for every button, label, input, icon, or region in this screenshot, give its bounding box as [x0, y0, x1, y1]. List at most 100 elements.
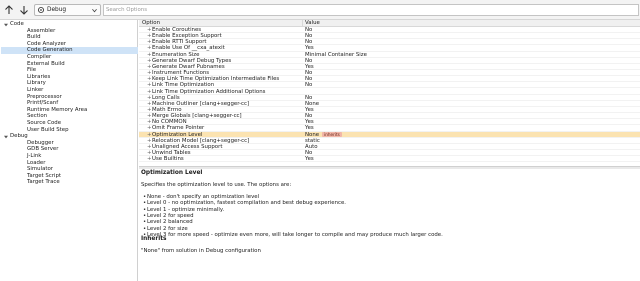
tree-item-label: User Build Step	[27, 126, 69, 133]
search-input[interactable]	[103, 4, 639, 16]
option-value-text: No	[305, 27, 313, 33]
tree-group[interactable]: Debug	[1, 133, 138, 140]
collapse-arrow-icon[interactable]	[4, 23, 8, 27]
tree-item[interactable]: GDB Server	[1, 146, 138, 153]
option-value-text: static	[305, 137, 320, 144]
description-list-item: Level 2 balanced	[143, 219, 193, 225]
toolbar: Debug	[0, 0, 640, 20]
gear-icon	[37, 6, 45, 14]
description-list-item: Level 3 for more speed - optimize even m…	[143, 232, 443, 238]
option-value-text: No	[305, 150, 313, 156]
option-value-text: No	[305, 82, 313, 89]
option-value-text: No	[305, 39, 313, 46]
tree-item[interactable]: Simulator	[1, 166, 138, 173]
tree-item-label: Simulator	[27, 166, 54, 173]
arrow-down-icon[interactable]	[18, 4, 30, 16]
tree-item[interactable]: Target Script	[1, 173, 138, 180]
option-value-text: No	[305, 70, 313, 77]
tree-item[interactable]: Linker	[1, 87, 138, 94]
tree-item[interactable]: Compiler	[1, 54, 138, 61]
chevron-down-icon	[92, 8, 97, 13]
option-value-text: No	[305, 33, 313, 40]
column-header-option[interactable]: Option	[142, 20, 160, 27]
description-title: Optimization Level	[141, 170, 203, 176]
inherits-text: "None" from solution in Debug configurat…	[141, 248, 261, 254]
column-divider[interactable]	[302, 20, 303, 27]
option-name: Use Builtins	[152, 156, 184, 163]
option-value-text: No	[305, 94, 313, 101]
tree-item[interactable]: External Build	[1, 61, 138, 68]
option-value-text: Yes	[305, 45, 314, 52]
tree-item[interactable]: Runtime Memory Area	[1, 107, 138, 114]
tree-group[interactable]: Code	[1, 21, 138, 28]
option-value-text: Auto	[305, 143, 318, 150]
option-value-text: None	[305, 131, 320, 138]
tree-item[interactable]: Target Trace	[1, 179, 138, 186]
tree-group-label: Code	[10, 21, 24, 27]
option-value-text: No	[305, 76, 313, 83]
tree-item-label: Runtime Memory Area	[27, 106, 88, 113]
option-value-text: None	[305, 100, 320, 107]
tree-item[interactable]: Source Code	[1, 120, 138, 127]
description-list-item: Level 1 - optimize minimally.	[143, 207, 224, 213]
description-panel: Optimization Level Specifies the optimiz…	[141, 170, 638, 281]
arrow-up-icon[interactable]	[3, 4, 15, 16]
tree-item[interactable]: Code Analyzer	[1, 41, 138, 48]
description-list-item: Level 2 for size	[143, 226, 188, 232]
option-value-text: Yes	[305, 119, 314, 126]
tree-item[interactable]: Library	[1, 80, 138, 87]
option-value-text: Yes	[305, 156, 314, 163]
tree-item[interactable]: Section	[1, 113, 138, 120]
tree-item-label: Preprocessor	[27, 93, 62, 100]
column-header-value[interactable]: Value	[305, 20, 320, 27]
tree-item-label: File	[27, 67, 37, 74]
expand-plus-icon[interactable]: +	[147, 156, 152, 162]
tree-item[interactable]: Printf/Scanf	[1, 100, 138, 107]
tree-item-label: GDB Server	[27, 146, 59, 153]
tree-item-label: Target Trace	[27, 179, 60, 186]
tree-item-label: Loader	[27, 159, 46, 166]
tree-item[interactable]: User Build Step	[1, 127, 138, 134]
option-value[interactable]: Yes	[305, 156, 314, 162]
tree-item-label: Build	[27, 34, 41, 41]
tree-item[interactable]: File	[1, 67, 138, 74]
tree-item[interactable]: Debugger	[1, 140, 138, 147]
tree-item-label: J-Link	[27, 153, 42, 159]
tree-item[interactable]: Preprocessor	[1, 94, 138, 101]
tree-item-label: Code Analyzer	[27, 40, 66, 47]
tree-item-label: External Build	[27, 60, 65, 67]
tree-item[interactable]: Assembler	[1, 28, 138, 35]
options-tree: Code Assembler Build Code Analyzer Code Gene…	[1, 20, 138, 281]
tree-item-label: Source Code	[27, 120, 62, 126]
tree-item[interactable]: Code Generation	[1, 47, 138, 54]
configuration-select[interactable]: Debug	[34, 4, 101, 16]
panel-splitter[interactable]	[139, 166, 640, 169]
options-grid: Option Value + Enable Coroutines No + Enable…	[139, 20, 640, 166]
description-intro: Specifies the optimization level to use.…	[141, 182, 292, 188]
inherits-title: Inherits	[141, 236, 167, 242]
tree-item-label: Section	[27, 113, 48, 120]
tree-item-label: Libraries	[27, 73, 51, 80]
collapse-arrow-icon[interactable]	[4, 135, 8, 139]
tree-item[interactable]: Loader	[1, 160, 138, 167]
option-value-text: Yes	[305, 106, 314, 113]
option-value-text: Yes	[305, 63, 314, 70]
tree-item-label: Linker	[27, 87, 44, 93]
option-row[interactable]: + Use Builtins Yes	[139, 156, 640, 163]
tree-item-label: Library	[27, 80, 46, 87]
tree-item-label: Target Script	[27, 172, 62, 179]
inherits-badge: inherits	[322, 132, 342, 138]
grid-header: Option Value	[139, 20, 640, 27]
tree-item[interactable]: J-Link	[1, 153, 138, 160]
configuration-value: Debug	[47, 7, 67, 13]
tree-item[interactable]: Build	[1, 34, 138, 41]
tree-item-label: Assembler	[27, 27, 56, 34]
tree-item-label: Debugger	[27, 139, 54, 146]
tree-group-label: Debug	[10, 133, 28, 140]
description-list-item: Level 0 - no optimization, fastest compi…	[143, 200, 346, 206]
option-value-text: Minimal Container Size	[305, 51, 367, 58]
tree-item-label: Code Generation	[27, 47, 73, 54]
option-value-text: No	[305, 57, 313, 64]
tree-item-label: Printf/Scanf	[27, 100, 59, 107]
tree-item[interactable]: Libraries	[1, 74, 138, 81]
